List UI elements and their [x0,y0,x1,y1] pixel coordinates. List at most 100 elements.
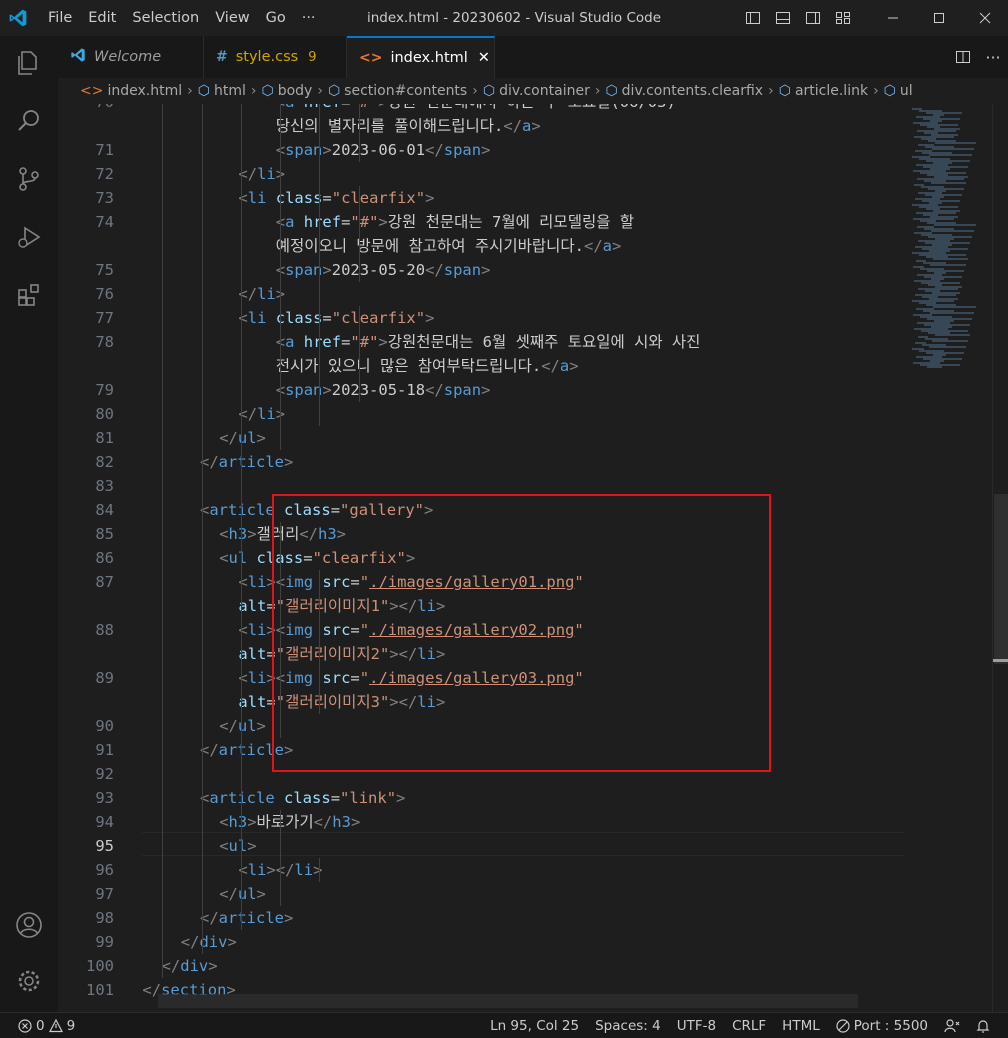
close-window-icon[interactable] [962,0,1008,36]
warning-count: 9 [66,1018,76,1034]
breadcrumb-item[interactable]: ⬡ ul [884,83,913,99]
breadcrumb-item[interactable]: ⬡ article.link [779,83,868,99]
extensions-icon[interactable] [0,270,58,320]
chevron-right-icon: › [187,83,193,99]
customize-layout-icon[interactable] [828,0,858,36]
symbol-element-icon: ⬡ [883,83,896,99]
cursor-position[interactable]: Ln 95, Col 25 [482,1013,587,1038]
close-tab-icon[interactable]: ✕ [478,50,490,66]
code-line: <ul> [219,837,257,855]
minimap[interactable] [906,104,992,1012]
split-editor-icon[interactable] [948,36,978,78]
maximize-icon[interactable] [916,0,962,36]
minimap-line [926,112,962,114]
minimize-icon[interactable] [870,0,916,36]
accounts-status-icon[interactable] [936,1013,968,1038]
indent-guide [280,104,281,450]
source-control-icon[interactable] [0,154,58,204]
indent-guide [359,306,360,402]
search-icon[interactable] [0,96,58,146]
symbol-element-icon: ⬡ [197,83,210,99]
live-server-port[interactable]: Port : 5500 [828,1013,936,1038]
activity-bar [0,36,58,1012]
code-line: <article class="link"> [200,789,406,807]
language-mode[interactable]: HTML [774,1013,828,1038]
toggle-primary-sidebar-icon[interactable] [738,0,768,36]
line-number [58,690,114,714]
indentation[interactable]: Spaces: 4 [587,1013,669,1038]
chevron-right-icon: › [594,83,601,99]
horizontal-scrollbar[interactable] [158,994,858,1008]
line-number: 74 [95,213,114,231]
encoding[interactable]: UTF-8 [669,1013,724,1038]
menu-file[interactable]: File [40,0,80,36]
breadcrumb-item[interactable]: ⬡ section#contents [328,83,467,99]
tab-label: index.html [390,50,468,66]
breadcrumb-item[interactable]: ⬡ html [198,83,246,99]
error-icon [18,1019,32,1033]
code-line: <span>2023-06-01</span> [276,141,491,159]
line-number: 72 [95,165,114,183]
menu-go[interactable]: Go [258,0,294,36]
breadcrumb-item[interactable]: ⬡ div.container [483,83,590,99]
symbol-element-icon: ⬡ [778,83,791,99]
code-line: <a href="#">강원 천문대에서 하는 두 토요일(06/03) [238,104,676,114]
tab-index-html[interactable]: <> index.html ✕ [347,36,495,78]
tab-label: Welcome [94,49,162,65]
status-bar: 0 9 Ln 95, Col 25 Spaces: 4 UTF-8 CRLF H… [0,1012,1008,1038]
line-number: 97 [95,885,114,903]
breadcrumb-item[interactable]: ⬡ body [261,83,312,99]
code-line: 예정이오니 방문에 참고하여 주시기바랍니다.</a> [238,237,622,255]
indent-guide [280,810,281,906]
more-actions-icon[interactable]: ··· [978,36,1008,78]
line-number [58,114,114,138]
minimap-line [935,334,970,336]
breadcrumb: <> index.html › ⬡ html › ⬡ body › ⬡ section#… [58,78,1008,104]
accounts-icon[interactable] [0,900,58,950]
vertical-scrollbar[interactable] [992,104,1008,1012]
css-file-icon: # [216,49,228,65]
minimap-line [935,142,976,144]
explorer-icon[interactable] [0,38,58,88]
problems-indicator[interactable]: 0 9 [18,1013,83,1038]
scrollbar-thumb[interactable] [994,494,1008,664]
line-number: 75 [95,261,114,279]
line-number: 70 [58,104,114,114]
line-number: 73 [95,189,114,207]
html-file-icon: <> [80,83,104,99]
toggle-panel-icon[interactable] [768,0,798,36]
symbol-element-icon: ⬡ [327,83,341,99]
code-line: <span>2023-05-20</span> [276,261,491,279]
chevron-right-icon: › [768,83,774,99]
line-number: 87 [95,573,114,591]
chevron-right-icon: › [873,83,879,99]
window-title: index.html - 20230602 - Visual Studio Co… [367,10,662,26]
breadcrumb-item[interactable]: ⬡ div.contents.clearfix [605,83,763,99]
tab-welcome[interactable]: Welcome [58,36,204,78]
indent-guide [319,104,320,426]
minimap-line [927,366,942,368]
line-number: 84 [95,501,114,519]
vscode-logo-icon [70,47,86,67]
line-number: 76 [95,285,114,303]
line-number: 90 [95,717,114,735]
manage-gear-icon[interactable] [0,956,58,1006]
code-line: </div> [161,957,218,975]
line-number: 99 [95,933,114,951]
run-debug-icon[interactable] [0,212,58,262]
line-number-gutter: 70 71 72 73 74 75 76 77 78 79 80 81 82 83 84 85 86 87 88 89… [58,104,114,1012]
indent-guide [202,104,203,954]
code-editor[interactable]: 70 71 72 73 74 75 76 77 78 79 80 81 82 83 84 85 86 87 88 89… [58,104,1008,1012]
line-number: 100 [86,957,114,975]
menu-more[interactable]: ··· [294,0,324,36]
menu-view[interactable]: View [207,0,257,36]
menu-selection[interactable]: Selection [124,0,207,36]
end-of-line[interactable]: CRLF [724,1013,774,1038]
breadcrumb-item[interactable]: <> index.html [80,83,182,99]
tab-style-css[interactable]: # style.css 9 [204,36,347,78]
toggle-secondary-sidebar-icon[interactable] [798,0,828,36]
line-number: 98 [95,909,114,927]
line-number: 92 [95,765,114,783]
notifications-bell-icon[interactable] [968,1013,998,1038]
menu-edit[interactable]: Edit [80,0,124,36]
